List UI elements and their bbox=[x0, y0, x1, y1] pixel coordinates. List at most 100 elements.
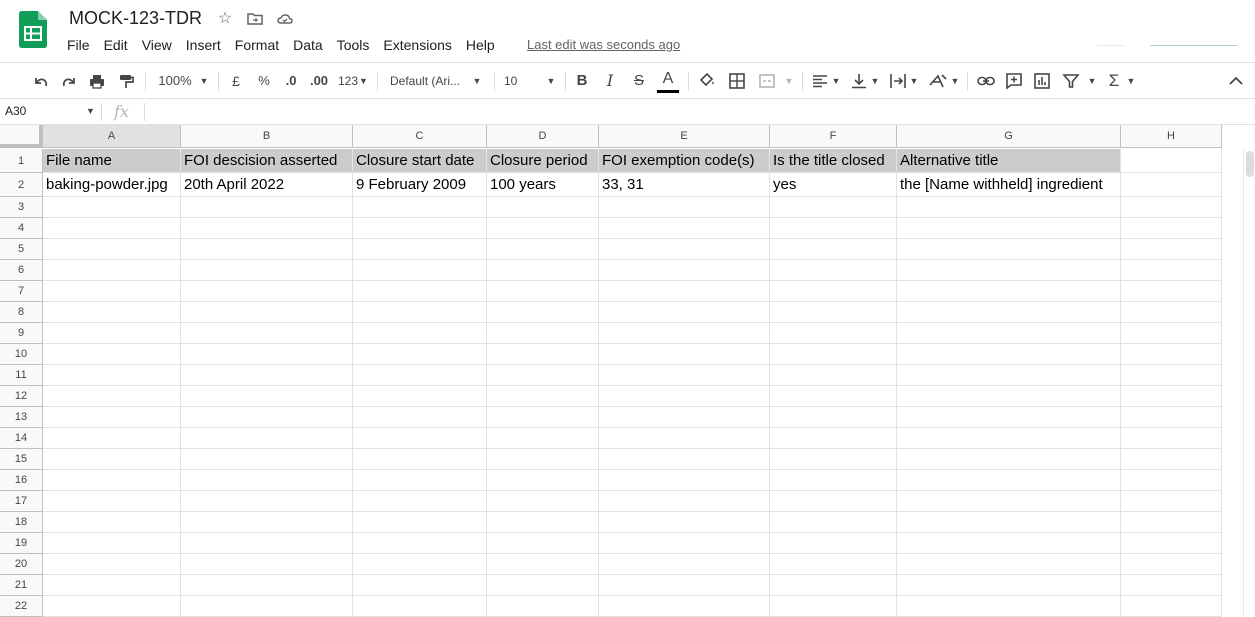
filter-icon[interactable] bbox=[1061, 63, 1081, 99]
cell-g5[interactable] bbox=[897, 239, 1121, 260]
cell-d9[interactable] bbox=[487, 323, 599, 344]
cell-b20[interactable] bbox=[181, 554, 353, 575]
cell-f17[interactable] bbox=[770, 491, 897, 512]
cell-e4[interactable] bbox=[599, 218, 770, 239]
cell-g11[interactable] bbox=[897, 365, 1121, 386]
row-header-20[interactable]: 20 bbox=[0, 554, 43, 575]
cell-a17[interactable] bbox=[43, 491, 181, 512]
text-wrap-icon[interactable] bbox=[888, 63, 908, 99]
cell-b9[interactable] bbox=[181, 323, 353, 344]
cell-b16[interactable] bbox=[181, 470, 353, 491]
row-header-22[interactable]: 22 bbox=[0, 596, 43, 617]
cell-g13[interactable] bbox=[897, 407, 1121, 428]
cell-e22[interactable] bbox=[599, 596, 770, 617]
cell-f5[interactable] bbox=[770, 239, 897, 260]
cell-g16[interactable] bbox=[897, 470, 1121, 491]
cell-e2[interactable]: 33, 31 bbox=[599, 173, 770, 197]
cell-f7[interactable] bbox=[770, 281, 897, 302]
cloud-status-icon[interactable] bbox=[276, 10, 294, 28]
vertical-scrollbar[interactable] bbox=[1243, 149, 1255, 617]
column-header-a[interactable]: A bbox=[43, 125, 181, 148]
sheets-logo-icon[interactable] bbox=[19, 11, 47, 48]
row-header-18[interactable]: 18 bbox=[0, 512, 43, 533]
cell-d8[interactable] bbox=[487, 302, 599, 323]
cell-e13[interactable] bbox=[599, 407, 770, 428]
cell-h14[interactable] bbox=[1121, 428, 1222, 449]
document-title[interactable]: MOCK-123-TDR bbox=[69, 8, 202, 29]
menu-file[interactable]: File bbox=[60, 36, 97, 56]
cell-c1[interactable]: Closure start date bbox=[353, 149, 487, 173]
cell-b6[interactable] bbox=[181, 260, 353, 281]
more-formats-button[interactable]: 123 bbox=[336, 63, 360, 99]
cell-b12[interactable] bbox=[181, 386, 353, 407]
cell-e21[interactable] bbox=[599, 575, 770, 596]
undo-icon[interactable] bbox=[31, 63, 51, 99]
row-header-11[interactable]: 11 bbox=[0, 365, 43, 386]
cell-f12[interactable] bbox=[770, 386, 897, 407]
paint-format-icon[interactable] bbox=[116, 63, 136, 99]
cell-a13[interactable] bbox=[43, 407, 181, 428]
cell-a3[interactable] bbox=[43, 197, 181, 218]
cell-c10[interactable] bbox=[353, 344, 487, 365]
row-header-15[interactable]: 15 bbox=[0, 449, 43, 470]
column-header-g[interactable]: G bbox=[897, 125, 1121, 148]
cell-a21[interactable] bbox=[43, 575, 181, 596]
cell-g6[interactable] bbox=[897, 260, 1121, 281]
cell-e3[interactable] bbox=[599, 197, 770, 218]
cell-e1[interactable]: FOI exemption code(s) bbox=[599, 149, 770, 173]
cell-g2[interactable]: the [Name withheld] ingredient bbox=[897, 173, 1121, 197]
column-header-h[interactable]: H bbox=[1121, 125, 1222, 148]
cell-d18[interactable] bbox=[487, 512, 599, 533]
cell-f16[interactable] bbox=[770, 470, 897, 491]
menu-tools[interactable]: Tools bbox=[330, 36, 377, 56]
row-header-4[interactable]: 4 bbox=[0, 218, 43, 239]
merge-cells-icon[interactable] bbox=[757, 63, 777, 99]
cell-c16[interactable] bbox=[353, 470, 487, 491]
cell-a10[interactable] bbox=[43, 344, 181, 365]
cell-a2[interactable]: baking-powder.jpg bbox=[43, 173, 181, 197]
bold-button[interactable]: B bbox=[574, 63, 590, 99]
row-header-2[interactable]: 2 bbox=[0, 173, 43, 197]
cell-d12[interactable] bbox=[487, 386, 599, 407]
cell-a14[interactable] bbox=[43, 428, 181, 449]
cell-h17[interactable] bbox=[1121, 491, 1222, 512]
merge-caret-icon[interactable]: ▼ bbox=[784, 63, 794, 99]
cell-e19[interactable] bbox=[599, 533, 770, 554]
strikethrough-button[interactable]: S bbox=[631, 63, 647, 99]
cell-b21[interactable] bbox=[181, 575, 353, 596]
cell-c6[interactable] bbox=[353, 260, 487, 281]
cell-a6[interactable] bbox=[43, 260, 181, 281]
row-header-21[interactable]: 21 bbox=[0, 575, 43, 596]
redo-icon[interactable] bbox=[59, 63, 79, 99]
cell-f2[interactable]: yes bbox=[770, 173, 897, 197]
cell-g19[interactable] bbox=[897, 533, 1121, 554]
increase-decimal-button[interactable]: .00 bbox=[307, 63, 331, 99]
functions-button[interactable]: Σ bbox=[1105, 63, 1123, 99]
cell-e9[interactable] bbox=[599, 323, 770, 344]
align-left-icon[interactable] bbox=[810, 63, 830, 99]
cell-b1[interactable]: FOI descision asserted bbox=[181, 149, 353, 173]
menu-insert[interactable]: Insert bbox=[179, 36, 228, 56]
cell-f15[interactable] bbox=[770, 449, 897, 470]
cell-f3[interactable] bbox=[770, 197, 897, 218]
cell-h19[interactable] bbox=[1121, 533, 1222, 554]
cell-g8[interactable] bbox=[897, 302, 1121, 323]
name-box-caret-icon[interactable]: ▼ bbox=[86, 106, 95, 116]
font-size-select[interactable]: 10 bbox=[504, 63, 524, 99]
cell-a9[interactable] bbox=[43, 323, 181, 344]
cell-b11[interactable] bbox=[181, 365, 353, 386]
cell-b18[interactable] bbox=[181, 512, 353, 533]
cell-b19[interactable] bbox=[181, 533, 353, 554]
cell-b3[interactable] bbox=[181, 197, 353, 218]
cell-f9[interactable] bbox=[770, 323, 897, 344]
cell-f22[interactable] bbox=[770, 596, 897, 617]
cell-c13[interactable] bbox=[353, 407, 487, 428]
cell-h11[interactable] bbox=[1121, 365, 1222, 386]
cell-a16[interactable] bbox=[43, 470, 181, 491]
row-header-19[interactable]: 19 bbox=[0, 533, 43, 554]
cell-c8[interactable] bbox=[353, 302, 487, 323]
select-all-corner[interactable] bbox=[0, 125, 43, 148]
cell-c11[interactable] bbox=[353, 365, 487, 386]
scrollbar-thumb[interactable] bbox=[1246, 151, 1254, 177]
cell-f10[interactable] bbox=[770, 344, 897, 365]
